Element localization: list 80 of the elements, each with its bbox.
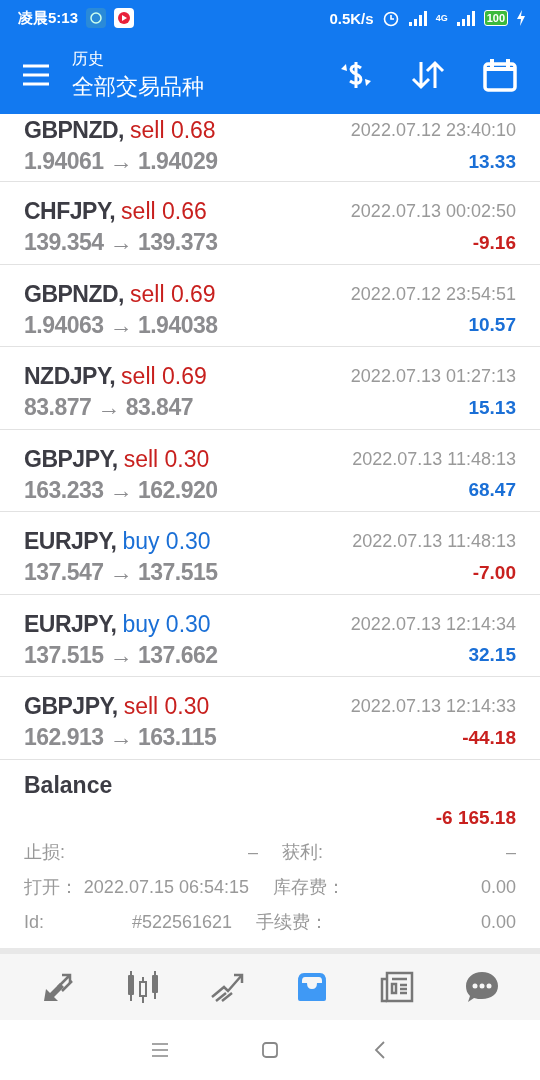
trade-row[interactable]: NZDJPY, sell 0.69 2022.07.13 01:27:13 83.877 → 83.847 15.13	[0, 347, 540, 430]
detail-label: 打开：	[24, 876, 78, 899]
trade-symbol: GBPNZD,	[24, 117, 124, 144]
trade-side: sell 0.30	[123, 445, 210, 473]
trade-prices: 162.913 → 163.115	[24, 724, 218, 751]
trade-row[interactable]: EURJPY, buy 0.30 2022.07.13 12:14:34 137.515 → 137.662 32.15	[0, 594, 540, 677]
candlestick-icon	[125, 968, 161, 1005]
trade-time: 2022.07.13 12:14:33	[350, 696, 516, 717]
three-lines-icon	[151, 1042, 169, 1058]
detail-value: –	[247, 841, 258, 863]
detail-label: 手续费：	[256, 911, 328, 934]
trade-row[interactable]: CHFJPY, sell 0.66 2022.07.13 00:02:50 139.354 → 139.373 -9.16	[0, 182, 540, 265]
square-icon	[261, 1041, 279, 1059]
video-app-icon	[114, 8, 135, 28]
trade-time: 2022.07.13 11:48:13	[352, 448, 516, 470]
detail-label: 库存费：	[273, 876, 345, 899]
app-notification-icon	[86, 8, 107, 28]
trade-symbol: GBPJPY,	[24, 445, 118, 473]
trade-prices: 1.94061 → 1.94029	[24, 148, 219, 175]
signal-icon	[455, 10, 476, 26]
trade-side: sell 0.68	[130, 117, 216, 144]
network-type: 4G	[435, 13, 448, 23]
trade-symbol: GBPNZD,	[24, 280, 124, 308]
trade-row[interactable]: GBPJPY, sell 0.30 2022.07.13 12:14:33 162.913 → 163.115 -44.18	[0, 677, 540, 760]
header-subtitle: 历史	[72, 48, 105, 69]
balance-title: Balance	[24, 771, 114, 799]
trade-time: 2022.07.12 23:40:10	[350, 120, 516, 141]
trade-symbol: EURJPY,	[24, 610, 117, 638]
calendar-icon	[482, 57, 518, 93]
detail-label: Id:	[24, 911, 44, 933]
trade-symbol: EURJPY,	[24, 528, 117, 555]
trade-time: 2022.07.13 12:14:34	[350, 613, 516, 635]
balance-amount: -6 165.18	[435, 806, 516, 829]
trade-profit: 32.15	[467, 644, 516, 666]
trade-profit: -9.16	[471, 231, 516, 254]
trade-symbol: CHFJPY,	[24, 198, 116, 225]
trade-prices: 137.547 → 137.515	[24, 559, 219, 586]
trade-side: sell 0.69	[130, 280, 216, 308]
trade-prices: 83.877 → 83.847	[24, 394, 194, 421]
detail-label: 止损:	[24, 841, 65, 864]
network-speed: 0.5K/s	[329, 9, 374, 27]
back-chevron-icon	[374, 1041, 386, 1059]
detail-label: 获利:	[282, 841, 323, 864]
detail-value: 0.00	[479, 876, 516, 898]
trade-time: 2022.07.13 01:27:13	[350, 366, 516, 387]
lightning-icon	[516, 10, 526, 26]
signal-icon	[407, 10, 428, 26]
detail-value: 2022.07.15 06:54:15	[82, 876, 249, 898]
trade-row[interactable]: GBPJPY, sell 0.30 2022.07.13 11:48:13 163.233 → 162.920 68.47	[0, 429, 540, 512]
menu-icon	[22, 64, 50, 86]
trade-symbol: NZDJPY,	[24, 363, 116, 390]
trade-time: 2022.07.13 00:02:50	[350, 201, 516, 222]
trade-time: 2022.07.12 23:54:51	[350, 283, 516, 305]
trade-row[interactable]: GBPNZD, sell 0.68 2022.07.12 23:40:10 1.94061 → 1.94029 13.33	[0, 114, 540, 182]
detail-value: #522561621	[130, 911, 232, 933]
trade-prices: 137.515 → 137.662	[24, 641, 219, 669]
trade-side: sell 0.30	[123, 693, 210, 720]
trade-profit: -44.18	[461, 726, 516, 749]
trade-row[interactable]: EURJPY, buy 0.30 2022.07.13 11:48:13 137.547 → 137.515 -7.00	[0, 512, 540, 595]
trade-profit: 15.13	[467, 396, 516, 419]
alarm-clock-icon	[381, 9, 400, 27]
header-title: 全部交易品种	[72, 72, 204, 101]
trade-profit: 10.57	[467, 314, 516, 336]
trade-prices: 163.233 → 162.920	[24, 476, 219, 504]
trade-side: sell 0.66	[121, 198, 207, 225]
trade-row[interactable]: GBPNZD, sell 0.69 2022.07.12 23:54:51 1.94063 → 1.94038 10.57	[0, 264, 540, 347]
trade-profit: -7.00	[471, 561, 516, 584]
trade-prices: 139.354 → 139.373	[24, 229, 219, 256]
trade-time: 2022.07.13 11:48:13	[352, 531, 516, 552]
trade-prices: 1.94063 → 1.94038	[24, 311, 219, 339]
trade-symbol: GBPJPY,	[24, 693, 118, 720]
status-time: 凌晨5:13	[18, 8, 79, 28]
trade-profit: 68.47	[467, 479, 516, 501]
trade-side: sell 0.69	[121, 363, 207, 390]
detail-value: –	[505, 841, 516, 863]
battery-indicator: 100	[483, 10, 508, 26]
detail-value: 0.00	[479, 911, 516, 933]
trade-profit: 13.33	[467, 150, 516, 173]
trade-side: buy 0.30	[122, 528, 211, 555]
trade-side: buy 0.30	[122, 610, 211, 638]
